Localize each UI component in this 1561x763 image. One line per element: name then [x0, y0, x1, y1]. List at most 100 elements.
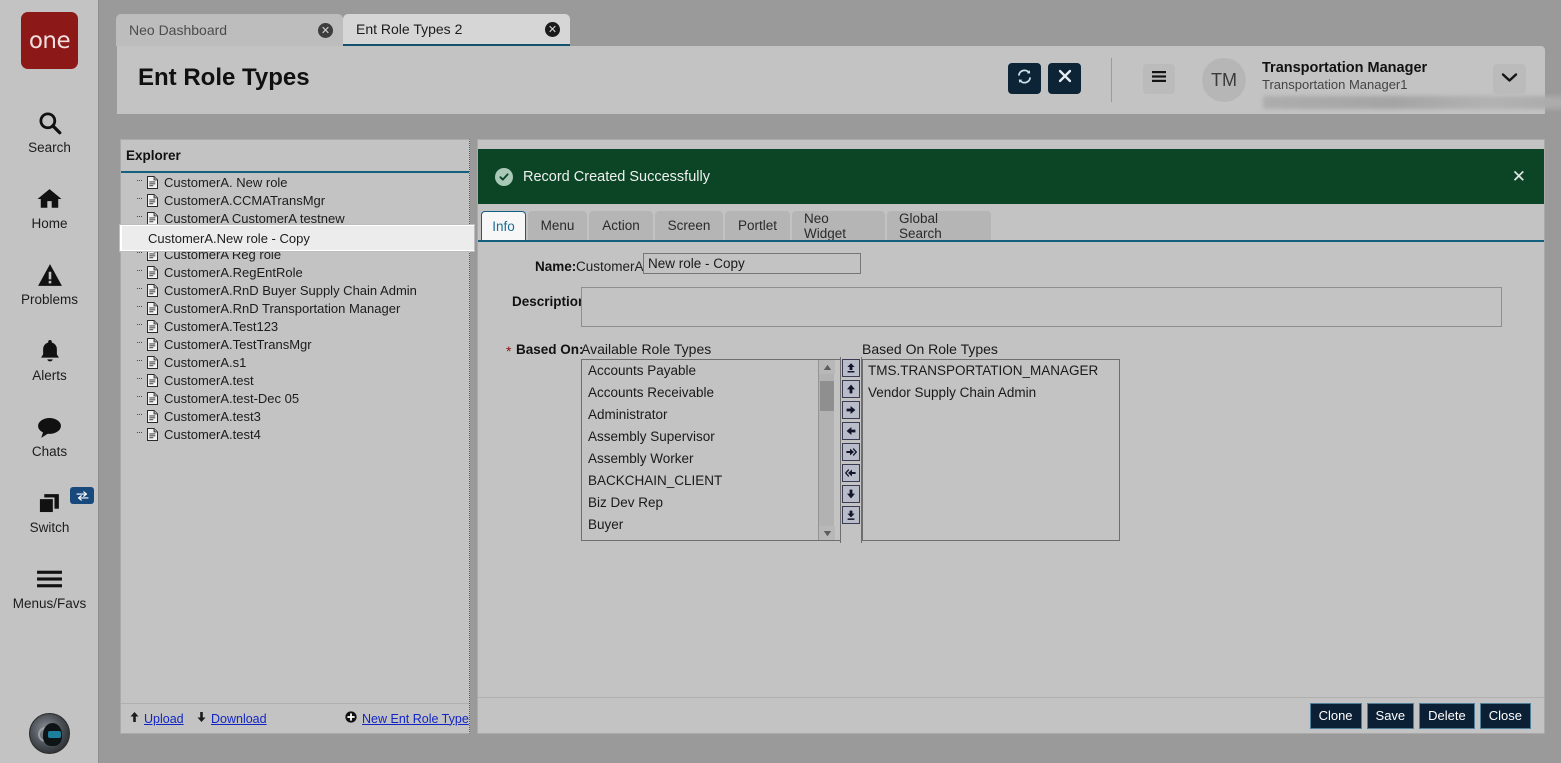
- browser-tab-ent-role-types-2[interactable]: Ent Role Types 2 ✕: [343, 14, 570, 46]
- list-item[interactable]: BACKCHAIN_CLIENT: [582, 470, 841, 492]
- user-display-name: Transportation Manager: [1262, 60, 1427, 76]
- close-circle-icon[interactable]: ✕: [545, 22, 560, 37]
- tree-item[interactable]: CustomerA.test: [121, 371, 469, 389]
- close-circle-icon[interactable]: ✕: [318, 23, 333, 38]
- based-on-label: Based On:: [516, 342, 584, 357]
- tree-item[interactable]: CustomerA.RegEntRole: [121, 263, 469, 281]
- list-item[interactable]: Administrator: [582, 404, 841, 426]
- user-menu-button[interactable]: [1493, 64, 1526, 94]
- save-button[interactable]: Save: [1367, 703, 1415, 729]
- document-icon: [147, 428, 158, 441]
- tab-screen[interactable]: Screen: [655, 211, 723, 240]
- rail-item-search[interactable]: Search: [0, 108, 99, 155]
- tab-global-search[interactable]: Global Search: [887, 211, 991, 240]
- move-up-button[interactable]: [842, 380, 860, 398]
- move-all-left-button[interactable]: [842, 464, 860, 482]
- rail-item-menus-favs[interactable]: Menus/Favs: [0, 564, 99, 611]
- move-bottom-button[interactable]: [842, 506, 860, 524]
- tree-item[interactable]: CustomerA.test-Dec 05: [121, 389, 469, 407]
- scrollbar-thumb[interactable]: [820, 381, 834, 411]
- list-item[interactable]: Assembly Supervisor: [582, 426, 841, 448]
- user-avatar-icon[interactable]: [29, 713, 70, 754]
- move-top-button[interactable]: [842, 359, 860, 377]
- tree-item-label: CustomerA.TestTransMgr: [164, 337, 312, 352]
- warning-triangle-icon: [37, 260, 63, 290]
- delete-button[interactable]: Delete: [1419, 703, 1475, 729]
- tree-item[interactable]: CustomerA Reg role: [121, 245, 469, 263]
- avatar[interactable]: TM: [1202, 58, 1246, 102]
- rail-label-switch: Switch: [30, 520, 70, 535]
- move-all-right-button[interactable]: [842, 443, 860, 461]
- hamburger-icon: [1151, 70, 1167, 88]
- move-left-button[interactable]: [842, 422, 860, 440]
- document-icon: [147, 374, 158, 387]
- rail-label-alerts: Alerts: [32, 368, 67, 383]
- tab-portlet[interactable]: Portlet: [725, 211, 790, 240]
- description-input[interactable]: [581, 287, 1502, 327]
- list-item[interactable]: TMS.TRANSPORTATION_MANAGER: [863, 360, 1119, 382]
- upload-action[interactable]: Upload: [129, 710, 184, 728]
- tree-item[interactable]: CustomerA.RnD Buyer Supply Chain Admin: [121, 281, 469, 299]
- tree-item[interactable]: CustomerA.RnD Transportation Manager: [121, 299, 469, 317]
- tree-item[interactable]: CustomerA CustomerA testnew: [121, 209, 469, 227]
- page-title: Ent Role Types: [138, 64, 310, 92]
- tab-menu[interactable]: Menu: [528, 211, 587, 240]
- new-ent-role-type-link[interactable]: New Ent Role Type: [362, 712, 469, 726]
- rail-label-search: Search: [28, 140, 71, 155]
- download-link[interactable]: Download: [211, 712, 267, 726]
- available-list-scrollbar[interactable]: [818, 360, 834, 540]
- tree-item[interactable]: CustomerA.CCMATransMgr: [121, 191, 469, 209]
- document-icon: [147, 194, 158, 207]
- list-item[interactable]: Buyer: [582, 514, 841, 536]
- rail-item-alerts[interactable]: Alerts: [0, 336, 99, 383]
- name-input[interactable]: [643, 253, 861, 274]
- document-icon: [147, 212, 158, 225]
- scroll-down-icon[interactable]: [819, 526, 835, 540]
- document-icon: [147, 176, 158, 189]
- browser-tab-neo-dashboard[interactable]: Neo Dashboard ✕: [116, 14, 343, 46]
- move-down-button[interactable]: [842, 485, 860, 503]
- list-item[interactable]: Biz Dev Rep: [582, 492, 841, 514]
- tree-connector: [137, 360, 142, 361]
- list-item[interactable]: Accounts Receivable: [582, 382, 841, 404]
- available-role-types-list[interactable]: Accounts Payable Accounts Receivable Adm…: [581, 359, 842, 541]
- upload-link[interactable]: Upload: [144, 712, 184, 726]
- based-on-role-types-list[interactable]: TMS.TRANSPORTATION_MANAGER Vendor Supply…: [862, 359, 1120, 541]
- required-marker: *: [506, 343, 511, 359]
- swap-arrows-icon[interactable]: [70, 487, 94, 504]
- tree-connector: [137, 252, 142, 253]
- tab-info[interactable]: Info: [481, 211, 526, 241]
- document-icon: [147, 248, 158, 261]
- tree-item[interactable]: CustomerA.TestTransMgr: [121, 335, 469, 353]
- explorer-tree[interactable]: CustomerA. New role CustomerA.CCMATransM…: [121, 173, 469, 701]
- rail-item-chats[interactable]: Chats: [0, 412, 99, 459]
- scroll-up-icon[interactable]: [819, 360, 835, 374]
- tree-item[interactable]: CustomerA.test4: [121, 425, 469, 443]
- tree-item[interactable]: CustomerA.s1: [121, 353, 469, 371]
- tab-neo-widget[interactable]: Neo Widget: [792, 211, 885, 240]
- tree-item[interactable]: CustomerA.test3: [121, 407, 469, 425]
- tree-connector: [137, 234, 142, 235]
- brand-logo[interactable]: one: [21, 12, 78, 69]
- tree-item[interactable]: CustomerA.Test123: [121, 317, 469, 335]
- close-window-button[interactable]: [1048, 63, 1081, 94]
- clone-button[interactable]: Clone: [1310, 703, 1362, 729]
- header-menu-button[interactable]: [1143, 64, 1175, 94]
- page-header-bar: Ent Role Types TM Transportation Manager…: [117, 46, 1545, 114]
- header-divider: [1111, 58, 1112, 102]
- refresh-button[interactable]: [1008, 63, 1041, 94]
- tree-item-selected[interactable]: CustomerA.New role - Copy: [121, 227, 469, 245]
- tab-action[interactable]: Action: [589, 211, 653, 240]
- list-item[interactable]: Accounts Payable: [582, 360, 841, 382]
- list-item[interactable]: Vendor Supply Chain Admin: [863, 382, 1119, 404]
- description-label: Description:: [512, 294, 591, 309]
- rail-item-home[interactable]: Home: [0, 184, 99, 231]
- banner-close-button[interactable]: ✕: [1512, 167, 1526, 187]
- move-right-button[interactable]: [842, 401, 860, 419]
- tree-item[interactable]: CustomerA. New role: [121, 173, 469, 191]
- list-item[interactable]: Assembly Worker: [582, 448, 841, 470]
- download-action[interactable]: Download: [196, 710, 267, 728]
- new-ent-role-type-action[interactable]: New Ent Role Type: [345, 710, 469, 728]
- close-button[interactable]: Close: [1480, 703, 1531, 729]
- rail-item-problems[interactable]: Problems: [0, 260, 99, 307]
